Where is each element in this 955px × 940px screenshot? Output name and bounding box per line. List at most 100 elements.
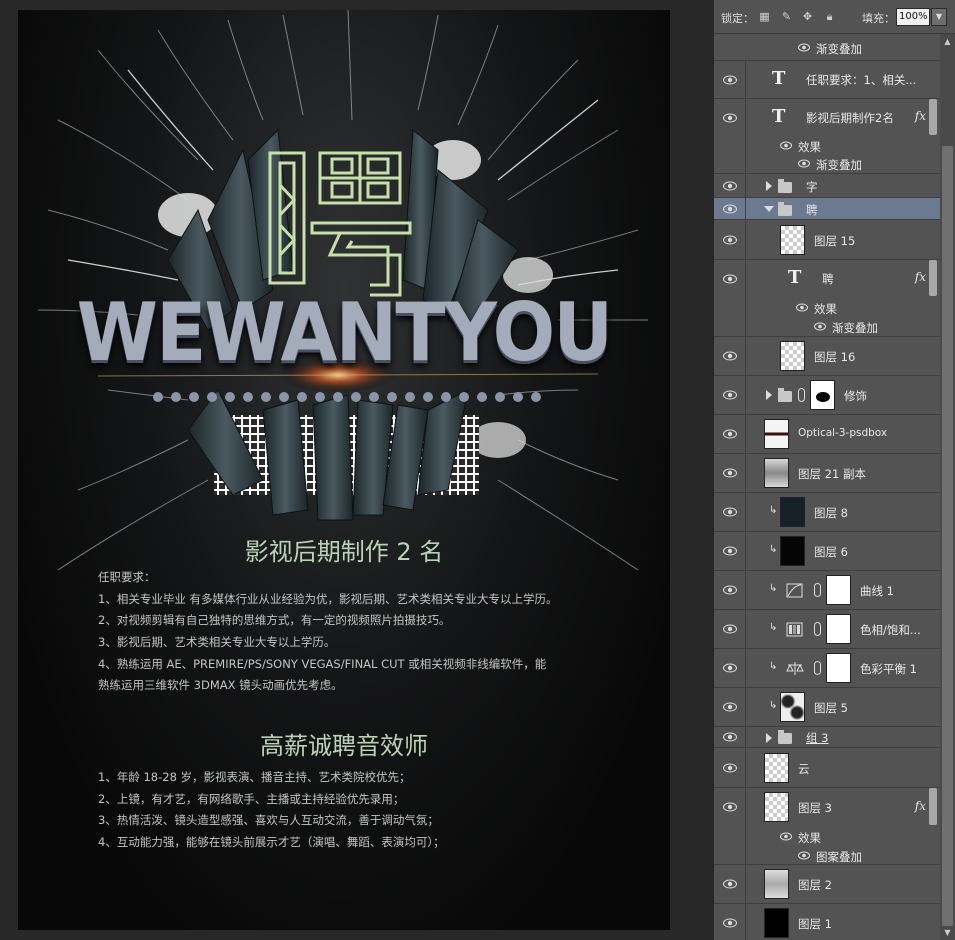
layer-effects-row[interactable]: 效果 [714,137,940,155]
fill-dropdown-button[interactable]: ▼ [931,8,947,26]
layer-row[interactable]: T 聘 fx [714,260,940,298]
layer-effect-row[interactable]: 图案叠加 [714,846,940,865]
layer-row[interactable]: ↳ 图层 5 [714,688,940,727]
layers-panel: 锁定： ▦ ✎ ✥ 🔒︎ 填充： 100% ▼ 渐变叠加 T 任职要求：1、相关… [714,0,955,940]
layer-row[interactable]: 图层 15 [714,220,940,260]
layer-effects-row[interactable]: 效果 [714,298,940,317]
adjustment-layer-row[interactable]: ↳ 色彩平衡 1 [714,649,940,688]
eye-icon[interactable] [723,75,737,85]
lock-brush-icon[interactable]: ✎ [780,10,793,23]
collapse-arrow-icon[interactable] [764,206,774,212]
eye-icon[interactable] [723,274,737,284]
expand-arrow-icon[interactable] [766,733,772,743]
scroll-down-icon[interactable]: ▼ [940,925,955,940]
eye-icon[interactable] [723,204,737,214]
adjustment-layer-row[interactable]: ↳ 色相/饱和... [714,610,940,649]
eye-icon[interactable] [723,918,737,928]
job1-line: 4、熟练运用 AE、PREMIRE/PS/SONY VEGAS/FINAL CU… [98,656,547,671]
layer-row[interactable]: Optical-3-psdbox [714,415,940,454]
row-scroll-indicator [929,99,937,135]
eye-icon[interactable] [723,390,737,400]
job1-line: 熟练运用三维软件 3DMAX 镜头动画优先考虑。 [98,678,343,693]
eye-icon[interactable] [798,159,812,169]
color-balance-icon [786,662,804,675]
eye-icon[interactable] [723,113,737,123]
lock-label: 锁定： [721,12,754,25]
eye-icon[interactable] [723,732,737,742]
adjustment-layer-row[interactable]: ↳ 曲线 1 [714,571,940,610]
document-canvas[interactable]: WEWANTYOU 影视后期制作 2 名 任职要求： 1、相关专业毕业 有多媒体… [0,0,700,940]
layers-scrollbar[interactable]: ▲ ▼ [940,34,955,940]
lock-move-icon[interactable]: ✥ [801,10,814,23]
eye-icon[interactable] [723,546,737,556]
layer-mask-thumbnail[interactable] [826,575,851,605]
scrollbar-thumb[interactable] [942,146,953,926]
eye-icon[interactable] [723,507,737,517]
layer-row[interactable]: T 影视后期制作2名 fx [714,99,940,137]
layer-effect-row[interactable]: 渐变叠加 [714,317,940,337]
eye-icon[interactable] [723,802,737,812]
eye-icon[interactable] [723,702,737,712]
fx-icon[interactable]: fx [915,799,926,813]
layer-group-row[interactable]: 修饰 [714,376,940,415]
link-chain-icon[interactable] [798,388,805,402]
link-chain-icon[interactable] [814,583,821,597]
eye-icon[interactable] [798,851,812,861]
lock-all-icon[interactable]: 🔒︎ [823,10,836,23]
layer-mask-thumbnail[interactable] [810,380,835,410]
lock-transparent-icon[interactable]: ▦ [758,10,771,23]
lock-bar: 锁定： ▦ ✎ ✥ 🔒︎ 填充： 100% ▼ [714,0,955,34]
layer-group-row[interactable]: 字 [714,174,940,198]
scroll-up-icon[interactable]: ▲ [940,34,955,49]
layer-row[interactable]: 图层 21 副本 [714,454,940,493]
clip-arrow-icon: ↳ [769,661,778,672]
poster-artwork[interactable]: WEWANTYOU 影视后期制作 2 名 任职要求： 1、相关专业毕业 有多媒体… [18,10,670,930]
eye-icon[interactable] [814,322,828,332]
eye-icon[interactable] [723,663,737,673]
eye-icon[interactable] [723,181,737,191]
layer-effects-row[interactable]: 效果 [714,827,940,846]
job1-line: 1、相关专业毕业 有多媒体行业从业经验为优，影视后期、艺术类相关专业大专以上学历… [98,591,558,606]
layer-row[interactable]: 图层 3 fx [714,788,940,827]
eye-icon[interactable] [796,303,810,313]
eye-icon[interactable] [798,43,812,53]
eye-icon[interactable] [780,141,794,151]
layer-name: 聘 [822,272,834,286]
layer-row[interactable]: 图层 2 [714,865,940,904]
eye-icon[interactable] [723,624,737,634]
layer-row[interactable]: 图层 16 [714,337,940,376]
layer-row[interactable]: T 任职要求：1、相关... [714,61,940,99]
layer-row[interactable]: ↳ 图层 8 [714,493,940,532]
expand-arrow-icon[interactable] [766,181,772,191]
layer-row[interactable]: ↳ 图层 6 [714,532,940,571]
layer-row[interactable]: 图层 1 [714,904,940,940]
eye-icon[interactable] [723,351,737,361]
layer-name: 图层 15 [814,234,856,248]
fx-icon[interactable]: fx [915,270,926,284]
fill-input[interactable]: 100% [896,8,930,26]
layer-mask-thumbnail[interactable] [826,653,851,683]
link-chain-icon[interactable] [814,622,821,636]
eye-icon[interactable] [723,763,737,773]
layer-mask-thumbnail[interactable] [826,614,851,644]
layer-row[interactable]: 云 [714,748,940,788]
layer-name: Optical-3-psdbox [798,427,888,439]
eye-icon[interactable] [780,832,794,842]
expand-arrow-icon[interactable] [766,390,772,400]
layer-name: 字 [806,180,818,194]
eye-icon[interactable] [723,879,737,889]
eye-icon[interactable] [723,235,737,245]
layer-effect-row[interactable]: 渐变叠加 [714,34,940,61]
fx-icon[interactable]: fx [915,109,926,123]
link-chain-icon[interactable] [814,661,821,675]
clip-arrow-icon: ↳ [769,505,778,516]
layer-group-row[interactable]: 组 3 [714,727,940,748]
effects-label: 效果 [814,302,837,316]
eye-icon[interactable] [723,429,737,439]
layer-group-row-selected[interactable]: 聘 [714,198,940,220]
layer-name: 图层 1 [798,917,832,931]
eye-icon[interactable] [723,585,737,595]
clip-arrow-icon: ↳ [769,544,778,555]
eye-icon[interactable] [723,468,737,478]
layer-effect-row[interactable]: 渐变叠加 [714,155,940,174]
